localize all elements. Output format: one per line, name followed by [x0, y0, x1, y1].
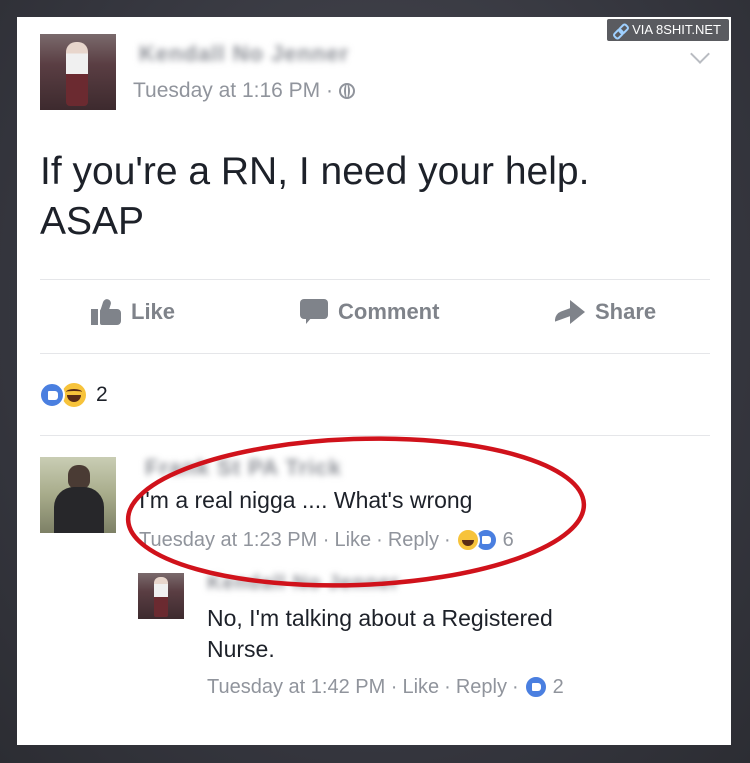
comment-button[interactable]: Comment — [300, 299, 439, 325]
comment-author-name[interactable]: Frank St PA Trick — [145, 455, 342, 481]
share-label: Share — [595, 299, 657, 324]
comment-meta: Tuesday at 1:23 PM · Like · Reply · 6 — [139, 528, 514, 552]
share-button[interactable]: Share — [555, 299, 656, 325]
separator: · — [511, 675, 519, 698]
post-body: If you're a RN, I need your help. ASAP — [40, 147, 700, 247]
like-button[interactable]: Like — [91, 298, 176, 325]
post-author-avatar[interactable] — [40, 34, 116, 110]
post-timestamp[interactable]: Tuesday at 1:16 PM · — [133, 79, 355, 103]
post-reactions[interactable]: 2 — [39, 381, 108, 409]
facebook-post-card: VIA 8SHIT.NET Kendall No Jenner Tuesday … — [17, 17, 731, 745]
reply-reply-link[interactable]: Reply — [456, 676, 507, 699]
reply-time[interactable]: Tuesday at 1:42 PM · — [207, 676, 397, 699]
divider — [40, 279, 710, 280]
watermark-text: VIA 8SHIT.NET — [632, 22, 721, 37]
divider — [40, 353, 710, 354]
like-label: Like — [131, 299, 176, 324]
comment-reply-link[interactable]: Reply — [388, 529, 439, 552]
comment-time[interactable]: Tuesday at 1:23 PM · — [139, 529, 329, 552]
reply-reaction-count: 2 — [552, 675, 564, 698]
reply-text-line1: No, I'm talking about a Registered — [207, 605, 553, 631]
comment-reaction-count: 6 — [502, 528, 514, 551]
share-arrow-icon — [555, 300, 585, 324]
reply-like-link[interactable]: Like — [402, 676, 439, 699]
comment-label: Comment — [338, 299, 440, 324]
reply-author-avatar[interactable] — [138, 573, 184, 619]
like-reaction-icon[interactable] — [523, 675, 548, 699]
globe-icon — [338, 83, 355, 99]
separator: · — [376, 528, 383, 551]
reply-author-name[interactable]: Kendall No Jenner — [207, 572, 400, 595]
divider — [40, 435, 710, 436]
separator: · — [443, 528, 451, 551]
comment-like-link[interactable]: Like — [334, 529, 371, 552]
chevron-down-icon[interactable] — [690, 44, 710, 64]
post-action-bar: Like Comment Share — [17, 298, 731, 339]
post-author-name[interactable]: Kendall No Jenner — [139, 41, 349, 67]
reply-text: No, I'm talking about a Registered Nurse… — [207, 603, 677, 665]
watermark-badge: VIA 8SHIT.NET — [607, 19, 729, 41]
comment-bubble-icon — [300, 299, 328, 325]
comment-text: I'm a real nigga .... What's wrong — [139, 487, 473, 513]
link-icon — [613, 23, 627, 37]
comment-reactions[interactable] — [455, 528, 498, 552]
post-timestamp-text: Tuesday at 1:16 PM · — [133, 79, 333, 102]
like-reaction-icon — [39, 382, 65, 408]
post-body-line2: ASAP — [40, 200, 145, 243]
comment-author-avatar[interactable] — [40, 457, 116, 533]
thumbs-up-icon — [91, 298, 121, 325]
haha-reaction-icon — [455, 528, 480, 552]
reaction-count: 2 — [96, 383, 108, 406]
post-body-line1: If you're a RN, I need your help. — [40, 150, 590, 193]
separator: · — [444, 675, 451, 698]
reply-meta: Tuesday at 1:42 PM · Like · Reply · 2 — [207, 675, 564, 699]
reply-text-line2: Nurse. — [207, 636, 275, 662]
